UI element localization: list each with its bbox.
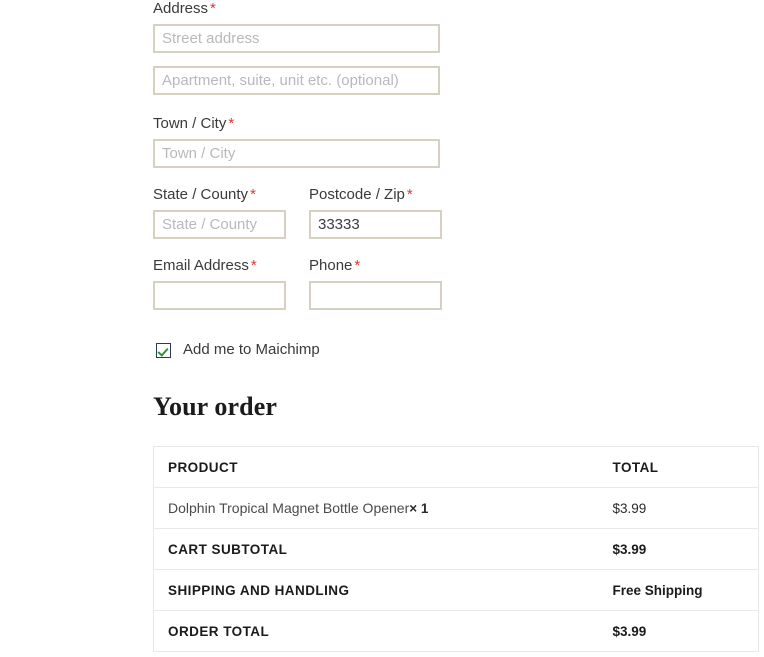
state-county-input[interactable] [153, 210, 286, 239]
order-item-quantity: × 1 [409, 501, 429, 516]
shipping-handling-label: SHIPPING AND HANDLING [153, 569, 599, 611]
column-header-product: PRODUCT [153, 446, 599, 488]
newsletter-label: Add me to Maichimp [183, 341, 320, 358]
shipping-handling-value: Free Shipping [598, 569, 759, 611]
required-asterisk: * [406, 186, 413, 203]
required-asterisk: * [250, 257, 257, 274]
email-phone-row: Email Address * Phone * [153, 257, 443, 310]
label-phone: Phone * [309, 257, 361, 274]
required-asterisk: * [210, 0, 216, 17]
table-row: ORDER TOTAL $3.99 [154, 611, 759, 652]
address-line2-input[interactable] [153, 66, 440, 95]
table-row: SHIPPING AND HANDLING Free Shipping [153, 569, 759, 611]
field-email: Email Address * [153, 257, 286, 310]
field-state-county: State / County * [153, 186, 286, 239]
label-address: Address * [153, 0, 216, 17]
newsletter-opt-in[interactable]: Add me to Maichimp [156, 342, 320, 358]
label-postcode-zip: Postcode / Zip * [309, 186, 413, 203]
postcode-zip-input[interactable] [309, 210, 442, 239]
required-asterisk: * [228, 115, 235, 132]
label-state-county: State / County * [153, 186, 256, 203]
field-postcode-zip: Postcode / Zip * [309, 186, 442, 239]
label-email: Email Address * [153, 257, 257, 274]
field-address-line2 [153, 66, 443, 95]
label-town-city: Town / City * [153, 115, 235, 132]
town-city-input[interactable] [153, 139, 440, 168]
required-asterisk: * [250, 186, 256, 203]
column-header-total: TOTAL [598, 446, 759, 488]
newsletter-checkbox[interactable] [156, 342, 171, 358]
cart-subtotal-label: CART SUBTOTAL [153, 528, 599, 570]
order-total-label: ORDER TOTAL [168, 623, 270, 639]
field-town-city: Town / City * [153, 115, 443, 168]
order-item-name: Dolphin Tropical Magnet Bottle Opener [168, 500, 410, 516]
billing-form: Address* Town / City* State / County* Po… [153, 0, 443, 310]
cart-subtotal-value: $3.99 [598, 528, 759, 570]
order-heading: Your order [153, 392, 278, 421]
field-address: Address * [153, 0, 443, 53]
email-input[interactable] [153, 281, 286, 310]
order-total-value: $3.99 [612, 623, 647, 639]
field-phone: Phone * [309, 257, 442, 310]
table-row: CART SUBTOTAL $3.99 [153, 528, 759, 570]
order-item-product: Dolphin Tropical Magnet Bottle Opener× 1 [153, 487, 599, 529]
phone-input[interactable] [309, 281, 442, 310]
order-item-price: $3.99 [598, 487, 759, 529]
required-asterisk: * [354, 257, 361, 274]
address-line1-input[interactable] [153, 24, 440, 53]
table-row: Dolphin Tropical Magnet Bottle Opener× 1… [153, 487, 759, 529]
state-postcode-row: State / County* Postcode / Zip* [153, 186, 443, 239]
table-header-row: PRODUCT TOTAL [153, 446, 759, 488]
order-summary-table: PRODUCT TOTAL Dolphin Tropical Magnet Bo… [153, 446, 759, 652]
